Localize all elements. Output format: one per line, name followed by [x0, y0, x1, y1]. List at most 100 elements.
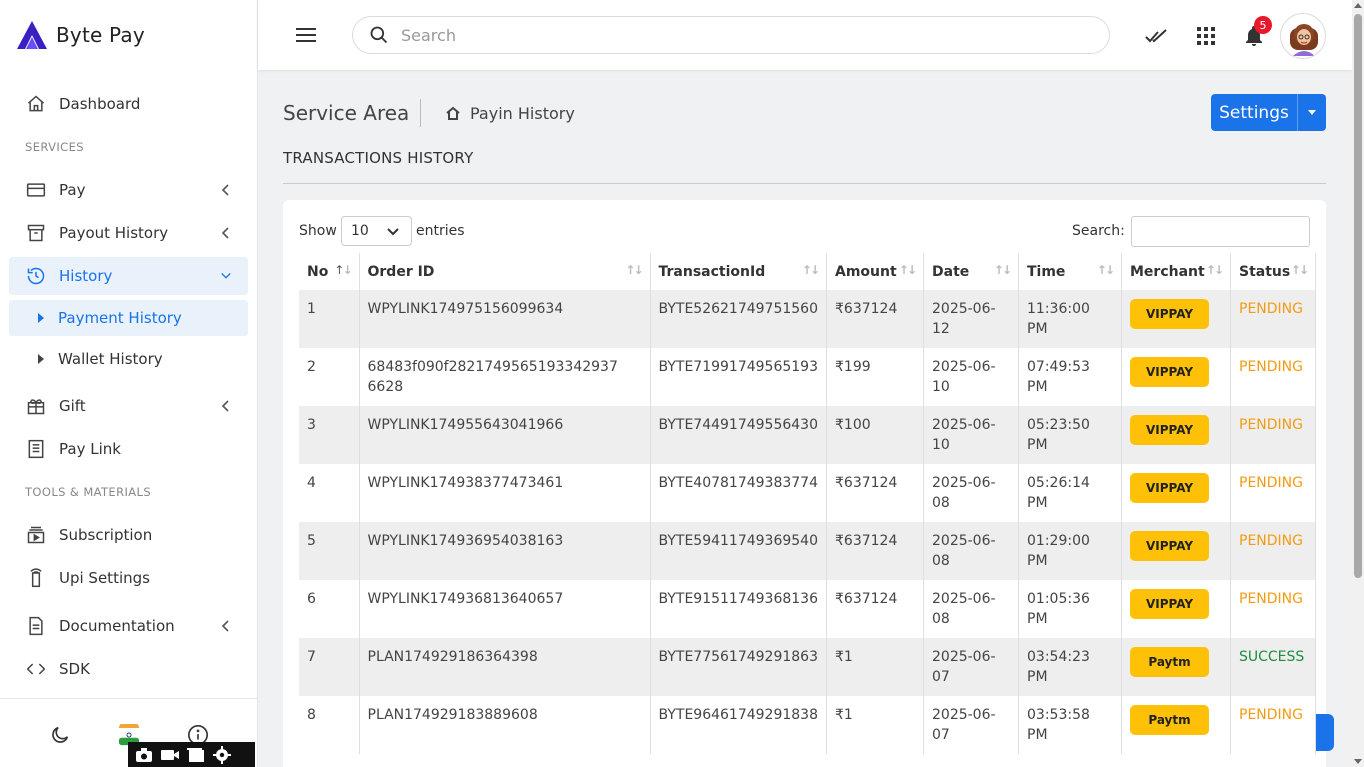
column-header[interactable]: Date ↑↓ [923, 253, 1019, 290]
scroll-up-arrow-icon[interactable] [1354, 3, 1362, 8]
floating-action-button[interactable] [1316, 714, 1334, 751]
sort-arrows-icon[interactable]: ↑↓ [802, 263, 820, 277]
cell-text: 03:53:58 PM [1027, 707, 1090, 743]
table-row[interactable]: 5 WPYLINK174936954038163 BYTE5941174936954… [299, 522, 1316, 580]
column-header[interactable]: Merchant ↑↓ [1121, 253, 1231, 290]
status-text: PENDING [1239, 591, 1303, 607]
cell-no: 4 [299, 464, 360, 522]
code-icon [25, 658, 47, 680]
cell-status: PENDING [1230, 406, 1316, 464]
cell-text: 1 [307, 301, 316, 317]
table-row[interactable]: 1 WPYLINK174975156099634 BYTE5262174975156… [299, 290, 1316, 348]
sidebar-item-payout-history[interactable]: Payout History [9, 214, 248, 252]
cell-date: 2025-06-10 [923, 348, 1019, 406]
column-header[interactable]: No ↑↓ [299, 253, 360, 290]
cell-time: 11:36:00 PM [1018, 290, 1122, 348]
scroll-down-arrow-icon[interactable] [1354, 759, 1362, 764]
camera-icon[interactable] [134, 746, 154, 764]
sidebar-item-documentation[interactable]: Documentation [9, 607, 248, 645]
gift-icon [25, 395, 47, 417]
table-row[interactable]: 3 WPYLINK174955643041966 BYTE7449174955643… [299, 406, 1316, 464]
mark-all-read-icon[interactable] [1144, 24, 1168, 48]
sidebar-item-pay[interactable]: Pay [9, 171, 248, 209]
sidebar-item-sdk[interactable]: SDK [9, 650, 248, 688]
global-search-bar[interactable] [352, 16, 1110, 54]
user-avatar[interactable] [1280, 13, 1326, 59]
home-icon [25, 93, 47, 115]
scrollbar-thumb[interactable] [1354, 14, 1362, 578]
column-header[interactable]: Status ↑↓ [1230, 253, 1316, 290]
window-capture-icon[interactable] [186, 746, 206, 764]
dark-mode-moon-icon[interactable] [48, 723, 72, 747]
transactions-section-title: TRANSACTIONS HISTORY [283, 149, 474, 167]
sidebar-item-upi-settings[interactable]: Upi Settings [9, 559, 248, 597]
cell-time: 01:05:36 PM [1018, 580, 1122, 638]
table-search-input[interactable] [1131, 216, 1310, 247]
sort-arrows-icon[interactable]: ↑↓ [334, 263, 352, 277]
column-header-label: Amount [835, 263, 897, 280]
cell-text: ₹637124 [835, 475, 898, 491]
settings-dropdown-button[interactable]: Settings [1211, 94, 1326, 131]
sidebar-item-label: Pay Link [59, 440, 121, 458]
entries-per-page-select[interactable]: 10 [341, 216, 412, 246]
sort-arrows-icon[interactable]: ↑↓ [1206, 263, 1224, 277]
hamburger-menu-icon[interactable] [294, 24, 318, 46]
table-row[interactable]: 7 PLAN174929186364398 BYTE77561749291863 ₹1… [299, 638, 1316, 696]
home-icon[interactable] [446, 105, 460, 120]
table-row[interactable]: 8 PLAN174929183889608 BYTE96461749291838 ₹1… [299, 696, 1316, 754]
sidebar-subitem-payment-history[interactable]: Payment History [9, 300, 248, 336]
sort-arrows-icon[interactable]: ↑↓ [625, 263, 643, 277]
sidebar-item-history[interactable]: History [9, 257, 248, 295]
page-area-title: Service Area [283, 101, 410, 125]
chevron-left-icon [220, 619, 232, 633]
sidebar-item-gift[interactable]: Gift [9, 387, 248, 425]
column-header[interactable]: TransactionId ↑↓ [650, 253, 827, 290]
column-header[interactable]: Time ↑↓ [1018, 253, 1122, 290]
cell-no: 7 [299, 638, 360, 696]
cell-no: 6 [299, 580, 360, 638]
sort-arrows-icon[interactable]: ↑↓ [1291, 263, 1309, 277]
cell-text: ₹1 [835, 707, 853, 723]
sidebar-item-pay-link[interactable]: Pay Link [9, 430, 248, 468]
cell-text: BYTE74491749556430 [658, 417, 819, 433]
cell-no: 2 [299, 348, 360, 406]
sort-arrows-icon[interactable]: ↑↓ [899, 263, 917, 277]
video-camera-icon[interactable] [160, 746, 180, 764]
cell-no: 1 [299, 290, 360, 348]
apps-grid-icon[interactable] [1194, 24, 1218, 48]
column-header[interactable]: Order ID ↑↓ [359, 253, 651, 290]
sidebar-subitem-wallet-history[interactable]: Wallet History [9, 341, 248, 377]
gear-icon[interactable] [212, 745, 232, 764]
cell-text: ₹1 [835, 649, 853, 665]
table-row[interactable]: 6 WPYLINK174936813640657 BYTE9151174936813… [299, 580, 1316, 638]
sidebar-item-subscription[interactable]: Subscription [9, 516, 248, 554]
sidebar-item-label: Dashboard [59, 95, 141, 113]
cell-text: 2025-06-07 [932, 649, 996, 685]
table-row[interactable]: 2 68483f090f2821749565193342937​6628 BYTE7… [299, 348, 1316, 406]
sort-arrows-icon[interactable]: ↑↓ [1097, 263, 1115, 277]
breadcrumb-current-page[interactable]: Payin History [470, 104, 575, 123]
merchant-badge: VIPPAY [1130, 357, 1209, 387]
cell-text: 2025-06-08 [932, 591, 996, 627]
status-text: SUCCESS [1239, 649, 1305, 665]
cell-txn-id: BYTE77561749291863 [650, 638, 827, 696]
cell-text: WPYLINK174936954038163 [367, 533, 564, 549]
cell-order-id: WPYLINK174936954038163 [359, 522, 651, 580]
column-header-label: TransactionId [658, 263, 766, 280]
page-scrollbar[interactable] [1352, 0, 1364, 767]
sidebar-item-dashboard[interactable]: Dashboard [9, 85, 248, 123]
cell-txn-id: BYTE71991749565193 [650, 348, 827, 406]
column-header[interactable]: Amount ↑↓ [826, 253, 924, 290]
sort-arrows-icon[interactable]: ↑↓ [994, 263, 1012, 277]
app-logo[interactable]: Byte Pay [16, 20, 145, 50]
cell-text: 6 [307, 591, 316, 607]
cell-time: 05:26:14 PM [1018, 464, 1122, 522]
cell-text: 2025-06-10 [932, 359, 996, 395]
credit-card-icon [25, 179, 47, 201]
caret-down-icon[interactable] [1308, 110, 1316, 115]
subscription-icon [25, 524, 47, 546]
table-row[interactable]: 4 WPYLINK174938377473461 BYTE4078174938377… [299, 464, 1316, 522]
cell-text: 3 [307, 417, 316, 433]
search-icon [370, 26, 388, 44]
search-input[interactable] [401, 25, 1081, 45]
